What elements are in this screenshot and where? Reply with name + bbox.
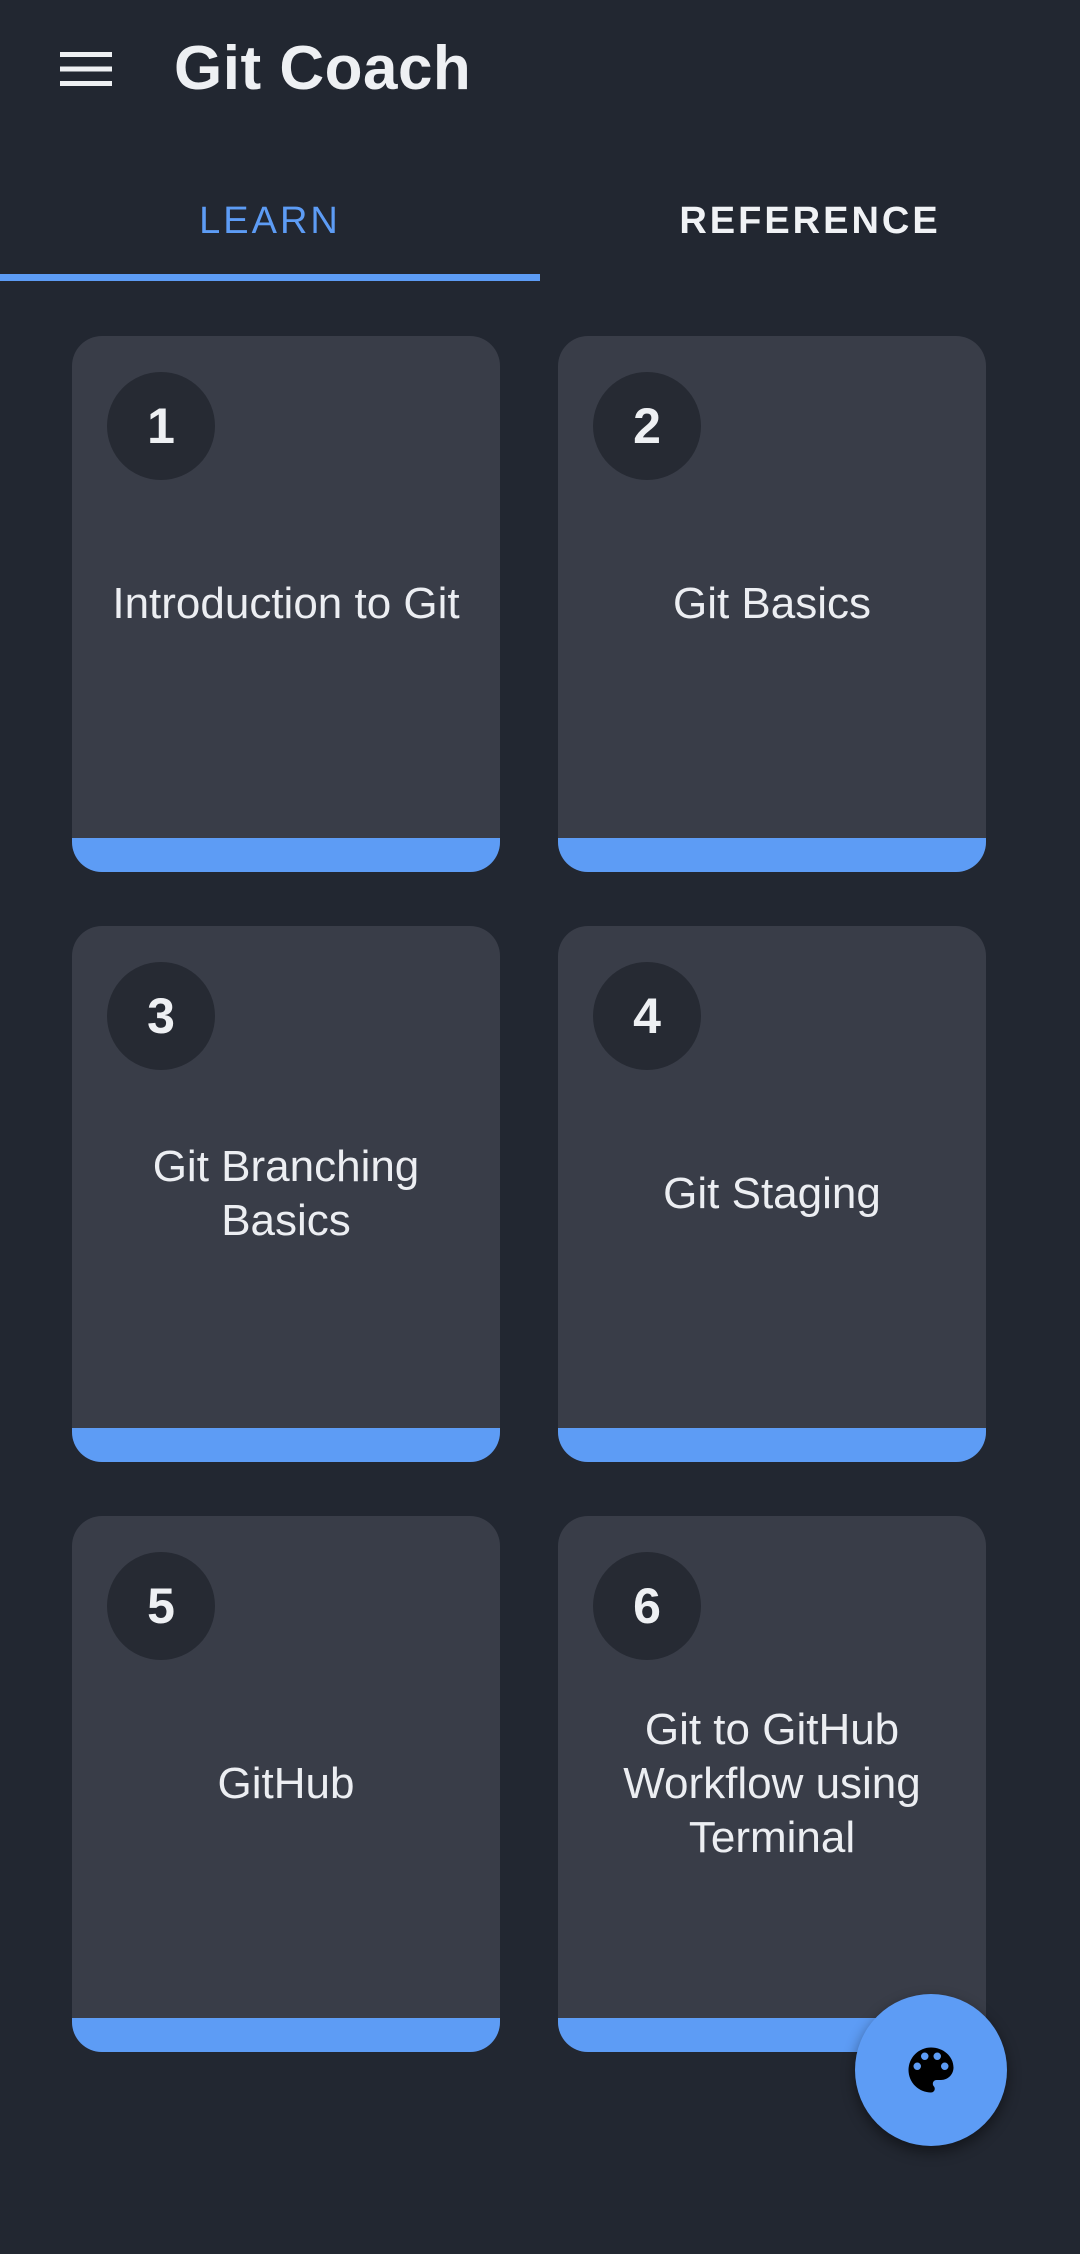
lesson-title: Git Basics <box>672 578 872 628</box>
lesson-card-5[interactable]: 5 GitHub <box>72 1516 500 2052</box>
lesson-card-2[interactable]: 2 Git Basics <box>558 336 986 872</box>
menu-button[interactable] <box>42 36 130 102</box>
lesson-progress-bar <box>72 838 500 872</box>
lesson-card-3[interactable]: 3 Git Branching Basics <box>72 926 500 1462</box>
tab-learn[interactable]: LEARN <box>0 160 540 282</box>
lesson-card-1[interactable]: 1 Introduction to Git <box>72 336 500 872</box>
app-title: Git Coach <box>174 34 472 103</box>
lesson-title: Git Staging <box>663 1168 881 1218</box>
lesson-title: Git to GitHub Workflow using Terminal <box>623 1704 921 1862</box>
theme-fab-button[interactable] <box>855 1994 1007 2146</box>
tab-bar: LEARN REFERENCE <box>0 160 1080 282</box>
lesson-progress-bar <box>72 1428 500 1462</box>
lesson-progress-bar <box>558 838 986 872</box>
lesson-title: GitHub <box>217 1758 355 1808</box>
lesson-progress-bar <box>72 2018 500 2052</box>
tab-reference[interactable]: REFERENCE <box>540 160 1080 282</box>
hamburger-menu-icon <box>60 52 112 86</box>
lesson-title: Introduction to Git <box>112 578 460 628</box>
lesson-card-6[interactable]: 6 Git to GitHub Workflow using Terminal <box>558 1516 986 2052</box>
palette-icon <box>908 2047 954 2093</box>
lesson-progress-bar <box>558 1428 986 1462</box>
lesson-title: Git Branching Basics <box>152 1141 420 1245</box>
lesson-card-4[interactable]: 4 Git Staging <box>558 926 986 1462</box>
app-bar: Git Coach <box>0 0 1080 140</box>
tab-indicator <box>0 274 540 281</box>
